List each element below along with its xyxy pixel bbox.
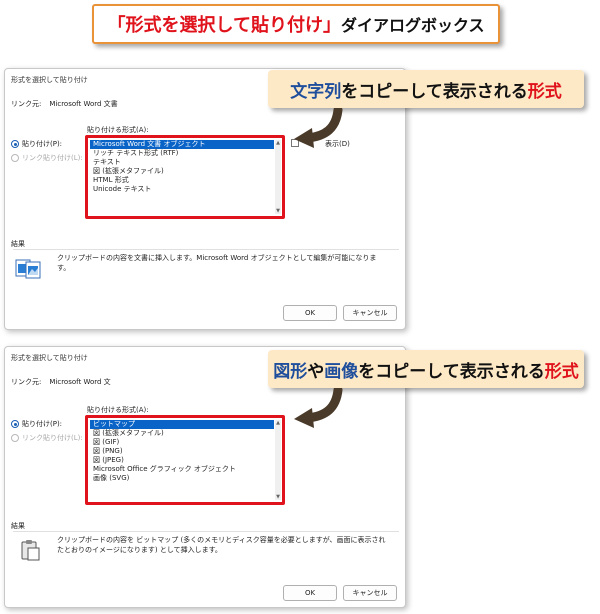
dialog-title: 形式を選択して貼り付け [11,76,88,84]
scroll-down-icon[interactable]: ▼ [275,208,281,214]
cancel-button[interactable]: キャンセル [343,305,397,321]
title-banner: 「形式を選択して貼り付け」 ダイアログボックス [92,4,500,44]
callout-keyword-shape: 図形 [273,361,308,382]
link-paste-radio-label: リンク貼り付け(L): [22,154,83,162]
scroll-up-icon[interactable]: ▲ [275,420,281,426]
banner-title-black: ダイアログボックス [340,16,485,35]
curved-arrow-icon [294,388,343,428]
scroll-up-icon[interactable]: ▲ [275,140,281,146]
paste-radio[interactable]: 貼り付け(P): [11,139,62,149]
result-description: クリップボードの内容を文書に挿入します。Microsoft Word オブジェク… [57,254,377,272]
format-list-item[interactable]: 画像 (SVG) [90,474,274,483]
format-list-item[interactable]: テキスト [90,158,274,167]
source-line: リンク元: Microsoft Word 文 [11,377,119,387]
ok-button[interactable]: OK [283,585,337,601]
format-list-item[interactable]: 図 (拡張メタファイル) [90,167,274,176]
radio-unselected-icon [11,434,19,442]
callout-image-copy: 図形や画像 をコピーして表示される 形式 [268,350,584,388]
paste-as-label: 貼り付ける形式(A): [87,126,149,134]
callout-text: をコピーして表示される [341,81,528,102]
source-line: リンク元: Microsoft Word 文書 [11,99,126,109]
callout-text-copy: 文字列 をコピーして表示される 形式 [268,70,584,108]
callout-format: 形式 [544,361,579,382]
dialog-title: 形式を選択して貼り付け [11,354,88,362]
result-label: 結果 [11,522,25,530]
format-list-item[interactable]: HTML 形式 [90,176,274,185]
result-description: クリップボードの内容を ビットマップ (多くのメモリとディスク容量を必要とします… [57,536,386,554]
ok-button[interactable]: OK [283,305,337,321]
clipboard-icon [21,540,40,561]
listbox-scrollbar[interactable]: ▲ ▼ [275,420,281,500]
format-list-item[interactable]: ビットマップ [90,420,274,429]
format-list-item[interactable]: 図 (GIF) [90,438,274,447]
scroll-down-icon[interactable]: ▼ [275,494,281,500]
callout-format: 形式 [527,81,562,102]
format-listbox[interactable]: Microsoft Word 文書 オブジェクト リッチ テキスト形式 (RTF)… [85,135,285,219]
source-label: リンク元: [11,378,42,386]
callout-text: をコピーして表示される [358,361,545,382]
paste-as-label: 貼り付ける形式(A): [87,406,149,414]
source-value: Microsoft Word 文 [49,378,111,386]
banner-title-red: 「形式を選択して貼り付け」 [107,15,341,36]
paste-radio-label: 貼り付け(P): [22,420,63,428]
curved-arrow-icon [294,108,343,148]
result-label: 結果 [11,240,25,248]
radio-unselected-icon [11,154,19,162]
format-list-item[interactable]: Unicode テキスト [90,185,274,194]
paste-radio-label: 貼り付け(P): [22,140,63,148]
radio-selected-icon [11,420,19,428]
link-paste-radio[interactable]: リンク貼り付け(L): [11,433,83,443]
paste-radio[interactable]: 貼り付け(P): [11,419,62,429]
format-list-item[interactable]: リッチ テキスト形式 (RTF) [90,149,274,158]
callout-keyword: 文字列 [290,81,342,102]
callout-text-ya: や [307,361,325,382]
listbox-scrollbar[interactable]: ▲ ▼ [275,140,281,214]
cancel-button[interactable]: キャンセル [343,585,397,601]
source-label: リンク元: [11,100,42,108]
format-list-item[interactable]: 図 (拡張メタファイル) [90,429,274,438]
source-value: Microsoft Word 文書 [49,100,118,108]
format-listbox[interactable]: ビットマップ図 (拡張メタファイル) 図 (GIF) 図 (PNG) 図 (JPEG)… [85,415,285,505]
radio-selected-icon [11,140,19,148]
format-list-item[interactable]: Microsoft Word 文書 オブジェクト [90,140,274,149]
link-paste-radio[interactable]: リンク貼り付け(L): [11,153,83,163]
paste-object-icon [15,259,41,279]
format-list-item[interactable]: 図 (PNG) [90,447,274,456]
callout-keyword-image: 画像 [324,361,359,382]
link-paste-radio-label: リンク貼り付け(L): [22,434,83,442]
format-list-item[interactable]: 図 (JPEG) [90,456,274,465]
format-list-item[interactable]: Microsoft Office グラフィック オブジェクト [90,465,274,474]
